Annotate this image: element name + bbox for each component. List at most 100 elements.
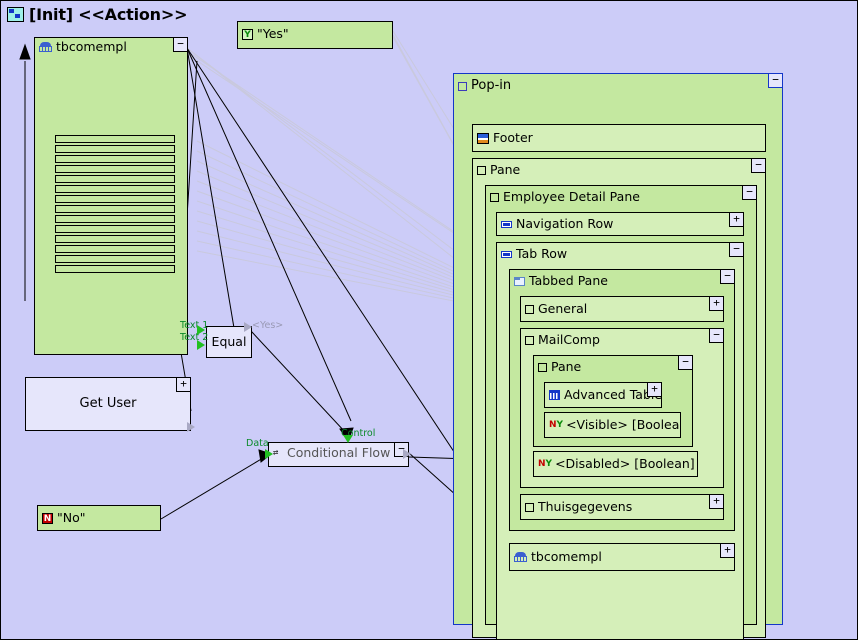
collapsed-child-row[interactable]	[55, 135, 175, 143]
node-label: Thuisgegevens	[538, 499, 633, 514]
collapsed-child-row[interactable]	[55, 155, 175, 163]
node-header: Navigation Row	[497, 213, 743, 231]
node-label: Footer	[493, 130, 533, 145]
node-employee-detail-pane[interactable]: Employee Detail Pane − Navigation Row + …	[485, 185, 757, 639]
collapsed-child-row[interactable]	[55, 185, 175, 193]
node-label: Tab Row	[516, 246, 568, 261]
collapsed-child-row[interactable]	[55, 215, 175, 223]
collapsed-child-row[interactable]	[55, 225, 175, 233]
diagram-canvas[interactable]: [Init] <<Action>> tbcomempl − Y "Yes" Ge…	[0, 0, 858, 640]
node-header: tbcomempl	[35, 38, 187, 54]
node-label: General	[538, 301, 588, 316]
ny-property-icon: NY	[549, 419, 564, 430]
collapsed-child-row[interactable]	[55, 175, 175, 183]
node-label: Tabbed Pane	[529, 273, 608, 288]
collapse-toggle[interactable]: −	[709, 328, 724, 343]
collapse-toggle[interactable]: −	[729, 242, 744, 257]
collapse-toggle[interactable]: −	[751, 158, 766, 173]
node-tbcomempl-target[interactable]: tbcomempl +	[509, 543, 735, 571]
node-label: Pane	[551, 359, 582, 374]
ny-property-icon: NY	[538, 458, 553, 469]
diagram-icon	[7, 7, 24, 22]
row-icon	[501, 250, 512, 258]
node-header: Pop-in	[454, 74, 782, 93]
collapsed-child-row[interactable]	[55, 245, 175, 253]
grid-icon	[549, 390, 560, 400]
conditional-input-port-control[interactable]	[343, 435, 353, 443]
node-tbcomempl-source[interactable]: tbcomempl −	[34, 37, 188, 355]
node-advanced-table[interactable]: Advanced Table +	[544, 382, 662, 408]
node-mailcomp[interactable]: MailComp − Pane − Advanced Table + NY <V…	[520, 328, 724, 488]
node-label: Employee Detail Pane	[503, 189, 640, 204]
panel-icon	[458, 81, 467, 91]
node-header: Tab Row	[497, 243, 743, 261]
node-header: Footer	[473, 125, 765, 145]
collapsed-child-row[interactable]	[55, 235, 175, 243]
expand-toggle[interactable]: +	[709, 296, 724, 311]
node-yes-literal[interactable]: Y "Yes"	[237, 21, 393, 49]
node-get-user[interactable]: Get User +	[25, 377, 195, 432]
node-no-literal[interactable]: N "No"	[37, 505, 161, 531]
panel-icon	[490, 192, 499, 202]
node-label: Get User	[79, 396, 137, 411]
expand-toggle[interactable]: +	[709, 494, 724, 509]
equal-input-port-text1[interactable]	[197, 325, 205, 335]
collapse-toggle[interactable]: −	[768, 73, 783, 88]
node-label: Conditional Flow	[287, 445, 391, 460]
panel-icon	[525, 335, 534, 345]
node-header: Pane	[473, 159, 765, 177]
node-navigation-row[interactable]: Navigation Row +	[496, 212, 744, 236]
collapse-toggle[interactable]: −	[173, 37, 188, 52]
node-header: Employee Detail Pane	[486, 186, 756, 204]
node-label: tbcomempl	[56, 39, 127, 54]
node-header: Y "Yes"	[238, 22, 392, 41]
collapsed-child-row[interactable]	[55, 145, 175, 153]
collapsed-child-rows	[55, 135, 175, 275]
equal-output-port[interactable]	[244, 322, 252, 332]
node-tab-row[interactable]: Tab Row − Tabbed Pane − General + MailCo…	[496, 242, 744, 639]
collapsed-child-row[interactable]	[55, 165, 175, 173]
expand-toggle[interactable]: +	[647, 383, 661, 397]
panel-icon	[525, 304, 534, 314]
node-conditional-flow[interactable]: ⇄ Conditional Flow −	[268, 442, 409, 467]
node-label: Navigation Row	[516, 216, 614, 231]
node-general[interactable]: General +	[520, 296, 724, 322]
table-icon	[39, 42, 52, 52]
node-property-visible[interactable]: NY <Visible> [Boolean]	[544, 412, 681, 438]
collapsed-child-row[interactable]	[55, 205, 175, 213]
node-header: N "No"	[38, 506, 160, 525]
yes-literal-icon: Y	[242, 28, 253, 40]
collapse-toggle[interactable]: −	[678, 355, 693, 370]
conditional-input-port-data[interactable]	[265, 449, 273, 459]
node-pane-inner[interactable]: Pane − Advanced Table + NY <Visible> [Bo…	[533, 355, 693, 447]
node-label: "No"	[57, 510, 86, 525]
branch-icon: ⇄	[273, 447, 279, 458]
collapsed-child-row[interactable]	[55, 195, 175, 203]
diagram-title: [Init] <<Action>>	[7, 5, 187, 24]
collapsed-child-row[interactable]	[55, 265, 175, 273]
node-header: Thuisgegevens	[521, 495, 723, 514]
node-popin[interactable]: Pop-in − Footer Pane − Employee Detail P…	[453, 73, 783, 639]
conditional-output-port[interactable]	[403, 449, 411, 459]
node-thuisgegevens[interactable]: Thuisgegevens +	[520, 494, 724, 520]
node-header: NY <Visible> [Boolean]	[545, 413, 680, 432]
get-user-output-port[interactable]	[187, 422, 195, 432]
no-literal-icon: N	[42, 512, 53, 524]
node-pane-outer[interactable]: Pane − Employee Detail Pane − Navigation…	[472, 158, 766, 639]
tabbed-pane-icon	[514, 276, 525, 286]
collapse-toggle[interactable]: −	[720, 269, 735, 284]
collapsed-child-row[interactable]	[55, 255, 175, 263]
node-header: Tabbed Pane	[510, 270, 734, 288]
equal-input-port-text2[interactable]	[197, 340, 205, 350]
node-footer[interactable]: Footer	[472, 124, 766, 152]
node-header: Pane	[534, 356, 692, 374]
node-property-disabled[interactable]: NY <Disabled> [Boolean]	[533, 451, 698, 477]
node-label: tbcomempl	[531, 549, 602, 564]
diagram-title-label: [Init] <<Action>>	[29, 5, 188, 24]
expand-toggle[interactable]: +	[729, 212, 744, 227]
expand-toggle[interactable]: +	[176, 377, 191, 392]
node-tabbed-pane[interactable]: Tabbed Pane − General + MailComp − Pane …	[509, 269, 735, 531]
node-label: <Visible> [Boolean]	[566, 417, 680, 432]
collapse-toggle[interactable]: −	[742, 185, 757, 200]
expand-toggle[interactable]: +	[720, 543, 735, 558]
